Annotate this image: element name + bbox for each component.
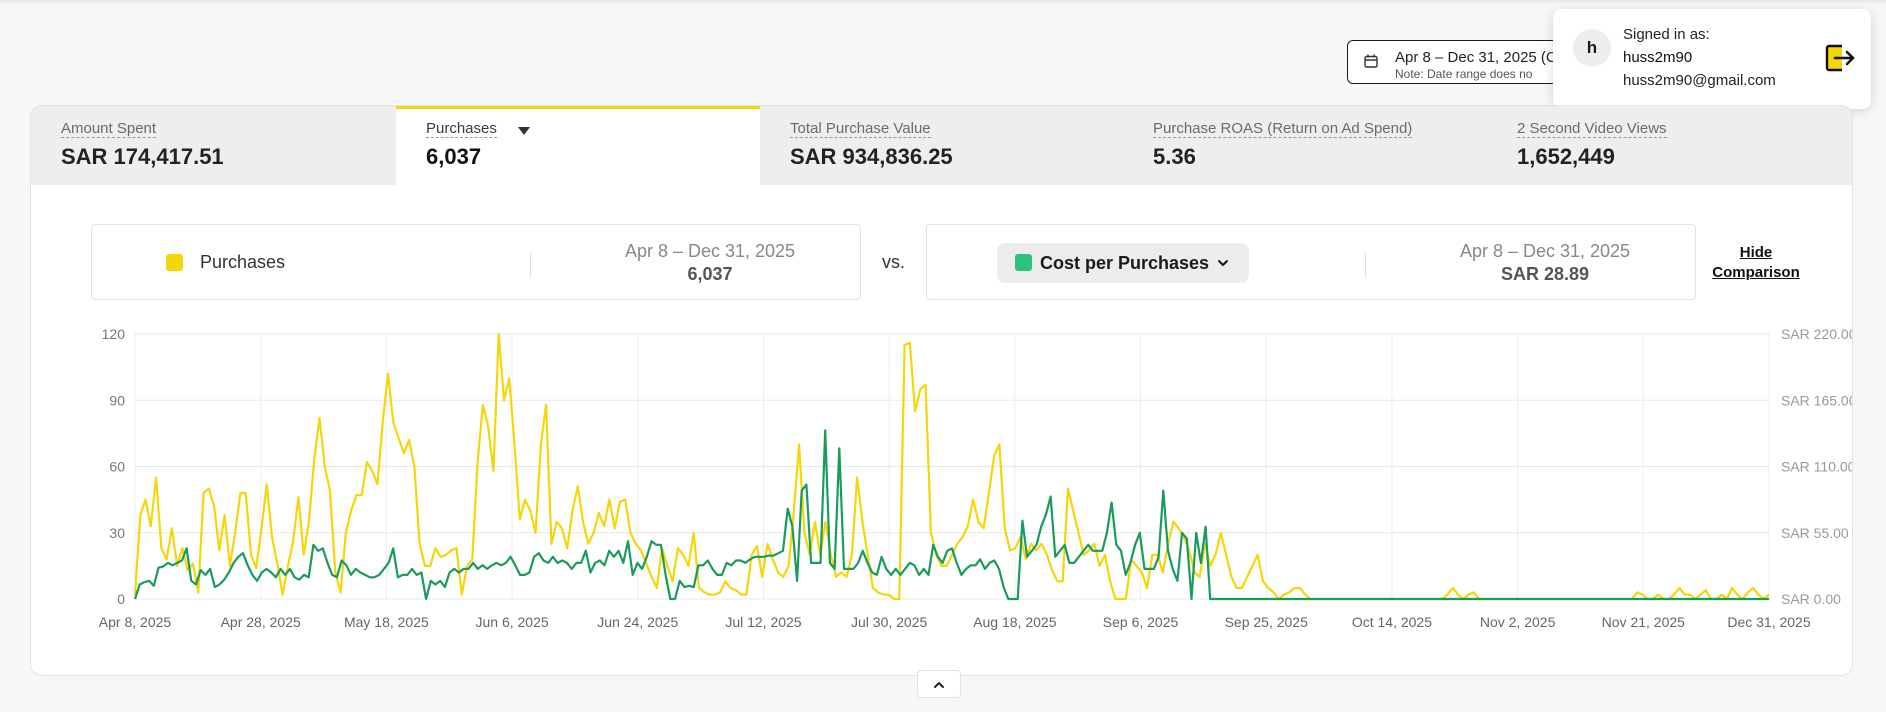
avatar: h bbox=[1573, 29, 1611, 67]
secondary-metric-label: Cost per Purchases bbox=[1040, 253, 1210, 273]
x-tick-label: Aug 18, 2025 bbox=[973, 614, 1057, 630]
metrics-card: Amount Spent SAR 174,417.51 Purchases 6,… bbox=[30, 105, 1853, 676]
username: huss2m90 bbox=[1623, 49, 1693, 66]
x-tick-label: Nov 21, 2025 bbox=[1602, 614, 1685, 630]
x-tick-label: Apr 28, 2025 bbox=[221, 614, 301, 630]
x-tick-label: Dec 31, 2025 bbox=[1727, 614, 1810, 630]
chevron-up-icon bbox=[934, 682, 944, 688]
y-right-tick-label: SAR 165.00 bbox=[1781, 392, 1852, 408]
x-tick-label: Nov 2, 2025 bbox=[1480, 614, 1556, 630]
cost-swatch bbox=[1015, 254, 1032, 271]
vs-label: vs. bbox=[882, 252, 906, 272]
tab-label: Purchase ROAS (Return on Ad Spend) bbox=[1153, 120, 1413, 138]
hide-comparison-line1: Hide bbox=[1739, 244, 1773, 261]
primary-range: Apr 8 – Dec 31, 2025 bbox=[624, 241, 796, 261]
x-tick-label: Sep 25, 2025 bbox=[1225, 614, 1309, 630]
tab-label: 2 Second Video Views bbox=[1517, 120, 1667, 138]
date-range-note: Note: Date range does no bbox=[1395, 67, 1533, 81]
top-shadow bbox=[0, 0, 1886, 4]
date-range-button[interactable]: Apr 8 – Dec 31, 2025 (C Note: Date range… bbox=[1347, 40, 1577, 84]
metric-tabs: Amount Spent SAR 174,417.51 Purchases 6,… bbox=[31, 106, 1852, 185]
collapse-button[interactable] bbox=[917, 670, 961, 698]
primary-metric-label: Purchases bbox=[200, 252, 286, 272]
line-chart: 0 SAR 0.00 30 SAR 55.00 60 SAR 110.00 90 SAR 16… bbox=[99, 326, 1852, 630]
x-tick-label: Oct 14, 2025 bbox=[1352, 614, 1432, 630]
x-tick-label: Jun 24, 2025 bbox=[597, 614, 678, 630]
user-email: huss2m90@gmail.com bbox=[1623, 72, 1776, 89]
calendar-icon bbox=[1364, 54, 1378, 68]
tab-value: 1,652,449 bbox=[1517, 144, 1615, 169]
y-left-tick-label: 60 bbox=[109, 459, 125, 475]
x-tick-label: Jun 6, 2025 bbox=[475, 614, 548, 630]
chevron-down-icon bbox=[1218, 260, 1228, 266]
tab-amount-spent[interactable]: Amount Spent SAR 174,417.51 bbox=[31, 106, 396, 185]
y-right-tick-label: SAR 0.00 bbox=[1781, 591, 1841, 607]
caret-down-icon[interactable] bbox=[518, 127, 530, 135]
x-tick-label: Apr 8, 2025 bbox=[99, 614, 172, 630]
divider bbox=[530, 253, 531, 277]
tab-value: SAR 934,836.25 bbox=[790, 144, 953, 169]
x-tick-label: May 18, 2025 bbox=[344, 614, 429, 630]
tab-value: 5.36 bbox=[1153, 144, 1196, 169]
y-right-tick-label: SAR 110.00 bbox=[1781, 459, 1852, 475]
tab-label: Amount Spent bbox=[61, 120, 157, 138]
tab-value: SAR 174,417.51 bbox=[61, 144, 224, 169]
y-left-tick-label: 0 bbox=[117, 591, 125, 607]
secondary-range: Apr 8 – Dec 31, 2025 bbox=[1459, 241, 1631, 261]
tab-purchase-roas[interactable]: Purchase ROAS (Return on Ad Spend) 5.36 bbox=[1123, 106, 1487, 185]
y-left-tick-label: 30 bbox=[109, 525, 125, 541]
y-left-tick-label: 90 bbox=[109, 392, 125, 408]
x-tick-label: Jul 30, 2025 bbox=[851, 614, 927, 630]
signed-in-label: Signed in as: bbox=[1623, 26, 1710, 43]
divider bbox=[1365, 253, 1366, 277]
user-popover: h Signed in as: huss2m90 huss2m90@gmail.… bbox=[1553, 9, 1871, 109]
tab-label: Purchases bbox=[426, 120, 497, 138]
tab-video-views[interactable]: 2 Second Video Views 1,652,449 bbox=[1487, 106, 1852, 185]
x-tick-label: Sep 6, 2025 bbox=[1103, 614, 1179, 630]
x-tick-label: Jul 12, 2025 bbox=[725, 614, 801, 630]
y-right-tick-label: SAR 220.00 bbox=[1781, 326, 1852, 342]
date-range-text: Apr 8 – Dec 31, 2025 (C bbox=[1395, 49, 1557, 66]
y-left-tick-label: 120 bbox=[102, 326, 126, 342]
tab-label: Total Purchase Value bbox=[790, 120, 931, 138]
tab-total-purchase-value[interactable]: Total Purchase Value SAR 934,836.25 bbox=[760, 106, 1123, 185]
y-right-tick-label: SAR 55.00 bbox=[1781, 525, 1849, 541]
purchases-swatch bbox=[166, 254, 183, 271]
tab-value: 6,037 bbox=[426, 144, 482, 169]
logout-icon[interactable] bbox=[1823, 41, 1857, 75]
tab-purchases[interactable]: Purchases 6,037 bbox=[396, 106, 760, 185]
